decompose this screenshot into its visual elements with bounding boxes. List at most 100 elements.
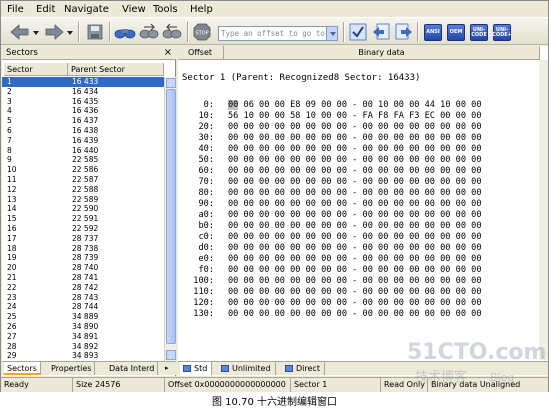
unicode-plus-encoding-button[interactable]: UNI-CODE+	[492, 24, 512, 41]
hex-row-bytes[interactable]: 00 00 00 00 00 00 00 00 - 00 00 00 00 00…	[228, 298, 482, 309]
hex-row-bytes[interactable]: 00 00 00 00 00 00 00 00 - 00 00 00 00 00…	[228, 287, 482, 298]
hex-row-bytes[interactable]: 00 00 00 00 00 00 00 00 - 00 00 00 00 00…	[228, 155, 482, 166]
sector-row[interactable]: 21 28 741	[2, 273, 164, 283]
sector-row[interactable]: 11 22 587	[2, 175, 164, 185]
sector-row[interactable]: 27 34 891	[2, 332, 164, 342]
sector-row[interactable]: 26 34 890	[2, 322, 164, 332]
sector-row[interactable]: 16 22 592	[2, 224, 164, 234]
hex-row[interactable]: 50: 00 00 00 00 00 00 00 00 - 00 00 00 00…	[178, 155, 538, 166]
sector-row[interactable]: 3 16 435	[2, 97, 164, 107]
column-header-sector[interactable]: Sector	[4, 63, 68, 76]
hex-row[interactable]: e0: 00 00 00 00 00 00 00 00 - 00 00 00 00…	[178, 254, 538, 265]
sector-row[interactable]: 1 16 433	[2, 77, 164, 87]
sector-row[interactable]: 5 16 437	[2, 116, 164, 126]
sector-row[interactable]: 9 22 585	[2, 155, 164, 165]
hex-row[interactable]: b0: 00 00 00 00 00 00 00 00 - 00 00 00 00…	[178, 221, 538, 232]
stop-button[interactable]: STOP	[191, 22, 213, 42]
unicode-encoding-button[interactable]: UNI-CODE	[470, 24, 488, 41]
hex-row[interactable]: 130: 00 00 00 00 00 00 00 00 - 00 00 00 0…	[178, 309, 538, 320]
binary-data-scrollbar[interactable]	[539, 60, 548, 360]
sector-row[interactable]: 14 22 590	[2, 204, 164, 214]
sector-list-scrollbar[interactable]	[164, 77, 176, 361]
previous-sector-button[interactable]	[370, 22, 392, 42]
hex-row[interactable]: 90: 00 00 00 00 00 00 00 00 - 00 00 00 00…	[178, 199, 538, 210]
menu-help[interactable]: Help	[190, 3, 213, 16]
tab-sectors[interactable]: Sectors	[4, 362, 41, 375]
tab-std[interactable]: Std	[180, 362, 213, 375]
scroll-down-icon[interactable]	[166, 350, 176, 360]
hex-row[interactable]: c0: 00 00 00 00 00 00 00 00 - 00 00 00 00…	[178, 232, 538, 243]
sector-row[interactable]: 4 16 436	[2, 106, 164, 116]
forward-button[interactable]	[43, 22, 65, 42]
hex-row[interactable]: 110: 00 00 00 00 00 00 00 00 - 00 00 00 0…	[178, 287, 538, 298]
hex-row-bytes[interactable]: 00 00 00 00 00 00 00 00 - 00 00 00 00 00…	[228, 232, 482, 243]
hex-row[interactable]: 0: 00 06 00 00 E8 09 00 00 - 00 10 00 00 …	[178, 100, 538, 111]
offset-input[interactable]: Type an offset to go to	[218, 26, 338, 41]
sector-row[interactable]: 12 22 588	[2, 185, 164, 195]
hex-row-bytes[interactable]: 00 00 00 00 00 00 00 00 - 00 00 00 00 00…	[228, 309, 482, 320]
hex-row-bytes[interactable]: 00 00 00 00 00 00 00 00 - 00 00 00 00 00…	[228, 276, 482, 287]
find-previous-button[interactable]	[161, 22, 183, 42]
tab-properties[interactable]: Properties	[48, 362, 96, 375]
scroll-up-icon[interactable]	[166, 78, 176, 88]
hex-row-bytes[interactable]: 00 00 00 00 00 00 00 00 - 00 00 00 00 00…	[228, 221, 482, 232]
hex-row[interactable]: 80: 00 00 00 00 00 00 00 00 - 00 00 00 00…	[178, 188, 538, 199]
hex-row-bytes[interactable]: 00 00 00 00 00 00 00 00 - 00 00 00 00 00…	[228, 144, 482, 155]
hex-row-bytes[interactable]: 00 00 00 00 00 00 00 00 - 00 00 00 00 00…	[228, 166, 482, 177]
scrollbar-thumb[interactable]	[166, 89, 176, 344]
hex-row-bytes[interactable]: 00 00 00 00 00 00 00 00 - 00 00 00 00 00…	[228, 243, 482, 254]
menu-file[interactable]: File	[7, 3, 24, 16]
close-icon[interactable]: ×	[164, 46, 172, 59]
sector-row[interactable]: 23 28 743	[2, 293, 164, 303]
hex-row-bytes[interactable]: 00 00 00 00 00 00 00 00 - 00 00 00 00 00…	[228, 210, 482, 221]
sector-row[interactable]: 28 34 892	[2, 342, 164, 352]
hex-row-bytes[interactable]: 00 00 00 00 00 00 00 00 - 00 00 00 00 00…	[228, 188, 482, 199]
menu-edit[interactable]: Edit	[36, 3, 55, 16]
sector-row[interactable]: 22 28 742	[2, 283, 164, 293]
hex-row[interactable]: 30: 00 00 00 00 00 00 00 00 - 00 00 00 00…	[178, 133, 538, 144]
sector-row[interactable]: 13 22 589	[2, 195, 164, 205]
column-header-offset[interactable]: Offset	[178, 46, 224, 60]
hex-row-bytes[interactable]: 00 00 00 00 00 00 00 00 - 00 00 00 00 00…	[228, 265, 482, 276]
forward-dropdown-icon[interactable]	[67, 31, 73, 35]
sector-row[interactable]: 25 34 889	[2, 312, 164, 322]
menu-view[interactable]: View	[122, 3, 146, 16]
hex-row[interactable]: a0: 00 00 00 00 00 00 00 00 - 00 00 00 00…	[178, 210, 538, 221]
sector-row[interactable]: 24 28 744	[2, 302, 164, 312]
ansi-encoding-button[interactable]: ANSI	[424, 24, 442, 41]
column-header-binary-data[interactable]: Binary data	[224, 46, 540, 60]
hex-row[interactable]: 10: 56 10 00 00 58 10 00 00 - FA F8 FA F3…	[178, 111, 538, 122]
back-dropdown-icon[interactable]	[33, 31, 39, 35]
sector-row[interactable]: 17 28 737	[2, 234, 164, 244]
find-next-button[interactable]	[138, 22, 160, 42]
offset-dropdown-button[interactable]	[326, 27, 337, 40]
hex-row[interactable]: 20: 00 00 00 00 00 00 00 00 - 00 00 00 00…	[178, 122, 538, 133]
hex-row[interactable]: 120: 00 00 00 00 00 00 00 00 - 00 00 00 0…	[178, 298, 538, 309]
menu-navigate[interactable]: Navigate	[64, 3, 109, 16]
sector-row[interactable]: 20 28 740	[2, 263, 164, 273]
sector-row[interactable]: 18 28 738	[2, 244, 164, 254]
sector-row[interactable]: 29 34 893	[2, 351, 164, 361]
oem-encoding-button[interactable]: OEM	[447, 24, 465, 41]
goto-offset-button[interactable]	[347, 22, 369, 42]
hex-row-bytes[interactable]: 00 00 00 00 00 00 00 00 - 00 00 00 00 00…	[228, 254, 482, 265]
hex-row-bytes[interactable]: 00 00 00 00 00 00 00 00 - 00 00 00 00 00…	[228, 177, 482, 188]
hex-row[interactable]: 100: 00 00 00 00 00 00 00 00 - 00 00 00 0…	[178, 276, 538, 287]
hex-row-bytes[interactable]: 00 00 00 00 00 00 00 00 - 00 00 00 00 00…	[228, 199, 482, 210]
tab-unlimited[interactable]: Unlimited	[218, 362, 276, 375]
menu-tools[interactable]: Tools	[153, 3, 178, 16]
hex-row[interactable]: 40: 00 00 00 00 00 00 00 00 - 00 00 00 00…	[178, 144, 538, 155]
hex-cursor-byte[interactable]: 00	[228, 100, 239, 110]
find-button[interactable]	[114, 22, 136, 42]
hex-row-bytes[interactable]: 56 10 00 00 58 10 00 00 - FA F8 FA F3 EC…	[228, 111, 482, 122]
sector-row[interactable]: 15 22 591	[2, 214, 164, 224]
sector-row[interactable]: 7 16 439	[2, 136, 164, 146]
hex-row[interactable]: 60: 00 00 00 00 00 00 00 00 - 00 00 00 00…	[178, 166, 538, 177]
next-sector-button[interactable]	[393, 22, 415, 42]
sector-row[interactable]: 2 16 434	[2, 87, 164, 97]
sector-row[interactable]: 6 16 438	[2, 126, 164, 136]
hex-row[interactable]: 70: 00 00 00 00 00 00 00 00 - 00 00 00 00…	[178, 177, 538, 188]
column-header-parent-sector[interactable]: Parent Sector	[68, 63, 164, 76]
sector-row[interactable]: 19 28 739	[2, 253, 164, 263]
hex-row-bytes[interactable]: 00 06 00 00 E8 09 00 00 - 00 10 00 00 44…	[228, 100, 482, 111]
